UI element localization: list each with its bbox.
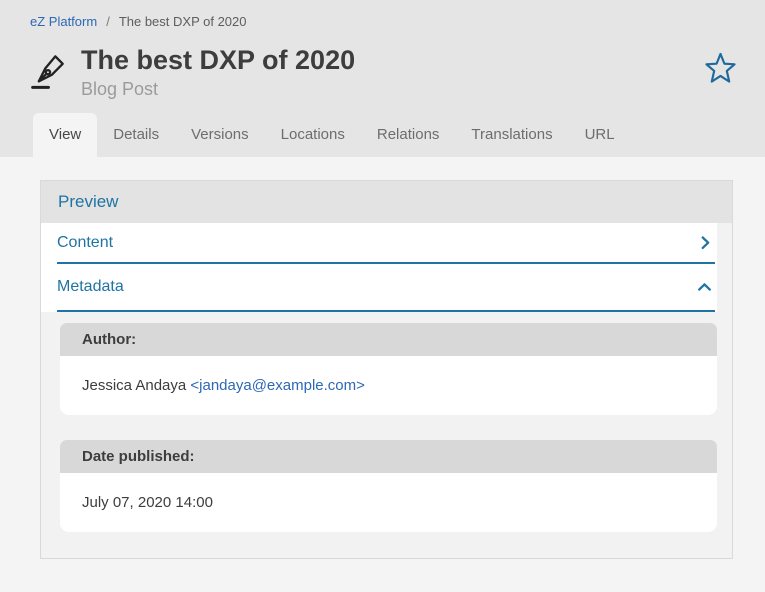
breadcrumb-separator: / xyxy=(106,14,110,29)
section-toggle-content-label: Content xyxy=(57,234,113,252)
section-toggle-metadata[interactable]: Metadata xyxy=(57,264,715,312)
breadcrumb-current: The best DXP of 2020 xyxy=(119,14,247,29)
tab-locations[interactable]: Locations xyxy=(265,113,361,157)
tab-view[interactable]: View xyxy=(33,113,97,157)
page-title: The best DXP of 2020 xyxy=(81,45,355,75)
section-toggle-metadata-label: Metadata xyxy=(57,278,124,296)
preview-panel-body: Content Metadata xyxy=(41,223,717,558)
preview-panel-title: Preview xyxy=(41,181,732,223)
bookmark-button[interactable] xyxy=(704,52,737,84)
preview-panel: Preview Content Metadata xyxy=(40,180,733,559)
field-author: Author: Jessica Andaya <jandaya@example.… xyxy=(60,323,717,415)
collapse-section-list: Content Metadata xyxy=(41,223,717,312)
content-type-label: Blog Post xyxy=(81,79,355,100)
tab-versions[interactable]: Versions xyxy=(175,113,265,157)
author-email-link[interactable]: <jandaya@example.com> xyxy=(190,377,365,394)
section-toggle-content[interactable]: Content xyxy=(57,223,715,264)
chevron-right-icon xyxy=(698,235,712,250)
star-outline-icon xyxy=(704,52,737,84)
breadcrumb-home-link[interactable]: eZ Platform xyxy=(30,14,97,29)
chevron-up-icon xyxy=(697,281,712,293)
tab-details[interactable]: Details xyxy=(97,113,175,157)
field-date-published-label: Date published: xyxy=(60,440,717,473)
tab-translations[interactable]: Translations xyxy=(455,113,568,157)
field-date-published-value: July 07, 2020 14:00 xyxy=(60,473,717,532)
tab-url[interactable]: URL xyxy=(569,113,631,157)
metadata-fields: Author: Jessica Andaya <jandaya@example.… xyxy=(41,312,717,558)
breadcrumb: eZ Platform / The best DXP of 2020 xyxy=(0,0,765,32)
tab-bar: View Details Versions Locations Relation… xyxy=(33,113,765,157)
title-row: The best DXP of 2020 Blog Post xyxy=(0,32,765,100)
field-author-label: Author: xyxy=(60,323,717,356)
field-date-published: Date published: July 07, 2020 14:00 xyxy=(60,440,717,532)
page-header: eZ Platform / The best DXP of 2020 The b… xyxy=(0,0,765,157)
field-author-value: Jessica Andaya <jandaya@example.com> xyxy=(60,356,717,415)
tab-relations[interactable]: Relations xyxy=(361,113,456,157)
main-content: Preview Content Metadata xyxy=(0,180,765,559)
author-name-text: Jessica Andaya xyxy=(82,377,190,394)
pen-nib-icon xyxy=(30,50,68,94)
title-block: The best DXP of 2020 Blog Post xyxy=(81,45,355,100)
